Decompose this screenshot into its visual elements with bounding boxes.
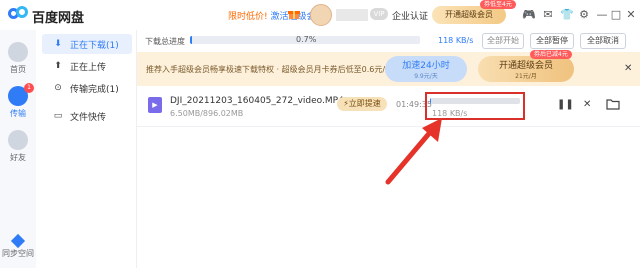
shirt-icon[interactable]: 👕 <box>560 9 574 21</box>
nav-item-uploading[interactable]: ⬆ 正在上传 <box>42 56 132 76</box>
banner-open-vip-button[interactable]: 开通超级会员 21元/月 <box>478 56 574 82</box>
gift-icon[interactable] <box>288 8 300 20</box>
done-icon: ⊙ <box>54 83 62 93</box>
total-speed: 118 KB/s <box>438 36 474 45</box>
vip-discount-tag: 券后已减4元 <box>530 50 572 59</box>
pause-icon[interactable]: ❚❚ <box>557 99 574 110</box>
sidebar-item-friends[interactable]: 好友 <box>0 130 36 163</box>
baidu-logo-icon <box>8 6 28 22</box>
start-all-button[interactable]: 全部开始 <box>482 33 524 49</box>
sidebar-item-transfer[interactable]: 1 传输 <box>0 83 36 119</box>
trial-sub-label: 9.9元/天 <box>414 73 438 80</box>
sidebar-item-label: 同步空间 <box>2 249 34 258</box>
transfer-nav: ⬇ 正在下载(1) ⬆ 正在上传 ⊙ 传输完成(1) ▭ 文件快传 <box>36 30 137 268</box>
minimize-icon[interactable]: — <box>596 9 608 21</box>
download-icon: ⬇ <box>54 39 62 49</box>
close-icon[interactable]: ✕ <box>624 63 632 74</box>
transfer-icon: 1 <box>8 83 34 106</box>
friends-icon <box>8 130 28 150</box>
home-icon <box>8 42 28 62</box>
folder-icon[interactable] <box>606 98 620 110</box>
quick-transfer-icon: ▭ <box>53 111 63 121</box>
cancel-all-button[interactable]: 全部取消 <box>580 33 626 49</box>
maximize-icon[interactable]: □ <box>610 9 622 21</box>
close-icon[interactable]: ✕ <box>625 9 637 21</box>
total-progress-fill <box>190 36 192 44</box>
total-progress-label: 下载总进度 <box>145 37 185 46</box>
task-file-name[interactable]: DJI_20211203_160405_272_video.MP4 <box>170 96 344 106</box>
promo-text: 限时低价! <box>228 12 268 22</box>
total-progress-percent: 0.7% <box>296 35 317 44</box>
speedup-button[interactable]: ⚡立即提速 <box>337 97 387 111</box>
mail-icon[interactable]: ✉ <box>542 9 554 21</box>
red-arrow-annotation <box>385 118 442 185</box>
cancel-icon[interactable]: ✕ <box>583 99 591 110</box>
banner-text: 推荐入手超级会员畅享极速下载特权 · 超级会员月卡券后低至0.6元/天起 <box>146 65 402 74</box>
transfer-badge: 1 <box>24 83 34 93</box>
sidebar-item-sync[interactable]: 同步空间 <box>0 233 36 259</box>
video-file-icon: ▶ <box>148 97 162 113</box>
sidebar-item-label: 传输 <box>10 109 26 118</box>
nav-item-label: 文件快传 <box>70 112 107 123</box>
discount-tag: 券低至4元 <box>480 0 516 9</box>
sidebar-item-label: 首页 <box>10 65 26 74</box>
avatar[interactable] <box>310 4 332 26</box>
app-title: 百度网盘 <box>32 11 85 26</box>
vip-sub-label: 21元/月 <box>515 73 537 80</box>
enterprise-auth-link[interactable]: 企业认证 <box>392 9 428 22</box>
nav-item-downloading[interactable]: ⬇ 正在下载(1) <box>42 34 132 54</box>
trial-speed-button[interactable]: 加速24小时 9.9元/天 <box>385 56 467 82</box>
nav-item-label: 传输完成(1) <box>70 84 119 95</box>
sidebar: 首页 1 传输 好友 同步空间 <box>0 30 36 268</box>
nav-item-label: 正在上传 <box>70 62 107 73</box>
vip-badge: VIP <box>370 8 388 20</box>
trial-main-label: 加速24小时 <box>402 61 450 71</box>
pause-all-button[interactable]: 全部暂停 <box>530 33 574 49</box>
nav-item-label: 正在下载(1) <box>70 40 119 51</box>
nav-item-completed[interactable]: ⊙ 传输完成(1) <box>42 78 132 98</box>
upload-icon: ⬆ <box>54 61 62 71</box>
nav-item-quick-transfer[interactable]: ▭ 文件快传 <box>42 106 132 126</box>
game-icon[interactable]: 🎮 <box>522 9 536 21</box>
sync-icon <box>10 233 26 249</box>
task-file-size: 6.50MB/896.02MB <box>170 109 244 118</box>
username-masked[interactable] <box>336 9 368 21</box>
gear-icon[interactable]: ⚙ <box>578 9 590 21</box>
sidebar-item-home[interactable]: 首页 <box>0 42 36 75</box>
sidebar-item-label: 好友 <box>10 153 26 162</box>
